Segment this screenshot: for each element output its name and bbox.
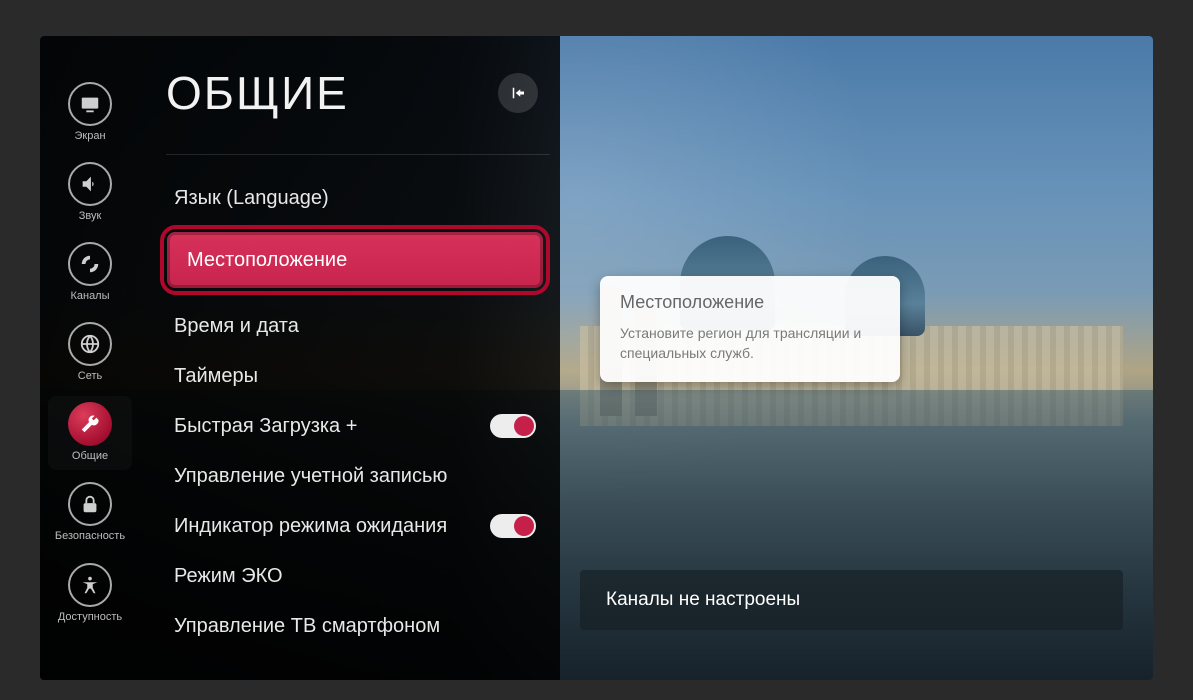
menu-item-label: Таймеры (174, 365, 258, 388)
menu-item-location[interactable]: Местоположение (167, 232, 543, 288)
settings-content: ОБЩИЕ Язык (Language) Местоположение Вре… (140, 36, 560, 680)
menu-item-label: Язык (Language) (174, 187, 329, 210)
sidebar-item-channels[interactable]: Каналы (48, 236, 132, 310)
sidebar-label: Доступность (58, 611, 122, 623)
menu-item-account[interactable]: Управление учетной записью (166, 451, 550, 501)
menu-item-label: Быстрая Загрузка + (174, 415, 357, 438)
sidebar-label: Общие (72, 450, 108, 462)
menu-item-label: Индикатор режима ожидания (174, 515, 447, 538)
sidebar-label: Сеть (78, 370, 102, 382)
tooltip-card: Местоположение Установите регион для тра… (600, 276, 900, 382)
menu-item-label: Время и дата (174, 315, 299, 338)
tooltip-title: Местоположение (620, 292, 880, 313)
sidebar-label: Безопасность (55, 530, 125, 542)
sidebar-item-safety[interactable]: Безопасность (48, 476, 132, 550)
wrench-icon (68, 402, 112, 446)
settings-sidebar: Экран Звук Каналы Сеть Общие Безопасност… (40, 36, 140, 680)
settings-panel: Экран Звук Каналы Сеть Общие Безопасност… (40, 36, 560, 680)
menu-item-eco[interactable]: Режим ЭКО (166, 551, 550, 601)
menu-item-label: Управление учетной записью (174, 465, 447, 488)
menu-item-quickstart[interactable]: Быстрая Загрузка + (166, 401, 550, 451)
selection-highlight: Местоположение (160, 225, 550, 295)
sidebar-item-screen[interactable]: Экран (48, 76, 132, 150)
back-icon (509, 84, 527, 102)
speaker-icon (68, 162, 112, 206)
tv-icon (68, 82, 112, 126)
sidebar-item-general[interactable]: Общие (48, 396, 132, 470)
sidebar-item-accessibility[interactable]: Доступность (48, 557, 132, 631)
menu-item-phone-control[interactable]: Управление ТВ смартфоном (166, 601, 550, 651)
page-title: ОБЩИЕ (166, 66, 349, 120)
menu-item-label: Местоположение (187, 249, 347, 272)
channels-status-bar[interactable]: Каналы не настроены (580, 570, 1123, 630)
channels-status-text: Каналы не настроены (606, 589, 800, 611)
toggle-quickstart[interactable] (490, 414, 536, 438)
toggle-standby-led[interactable] (490, 514, 536, 538)
menu-item-language[interactable]: Язык (Language) (166, 173, 550, 223)
menu-item-timers[interactable]: Таймеры (166, 351, 550, 401)
menu-item-label: Режим ЭКО (174, 565, 283, 588)
back-button[interactable] (498, 73, 538, 113)
menu-item-label: Управление ТВ смартфоном (174, 615, 440, 638)
sidebar-label: Звук (79, 210, 102, 222)
sidebar-label: Каналы (70, 290, 109, 302)
lock-icon (68, 482, 112, 526)
menu-item-standby-led[interactable]: Индикатор режима ожидания (166, 501, 550, 551)
tooltip-body: Установите регион для трансляции и специ… (620, 323, 880, 364)
menu-item-datetime[interactable]: Время и дата (166, 301, 550, 351)
settings-header: ОБЩИЕ (166, 66, 550, 155)
globe-icon (68, 322, 112, 366)
sidebar-label: Экран (74, 130, 105, 142)
sidebar-item-sound[interactable]: Звук (48, 156, 132, 230)
sidebar-item-network[interactable]: Сеть (48, 316, 132, 390)
accessibility-icon (68, 563, 112, 607)
satellite-icon (68, 242, 112, 286)
settings-menu-list: Язык (Language) Местоположение Время и д… (166, 173, 550, 651)
tv-screen: Экран Звук Каналы Сеть Общие Безопасност… (40, 36, 1153, 680)
